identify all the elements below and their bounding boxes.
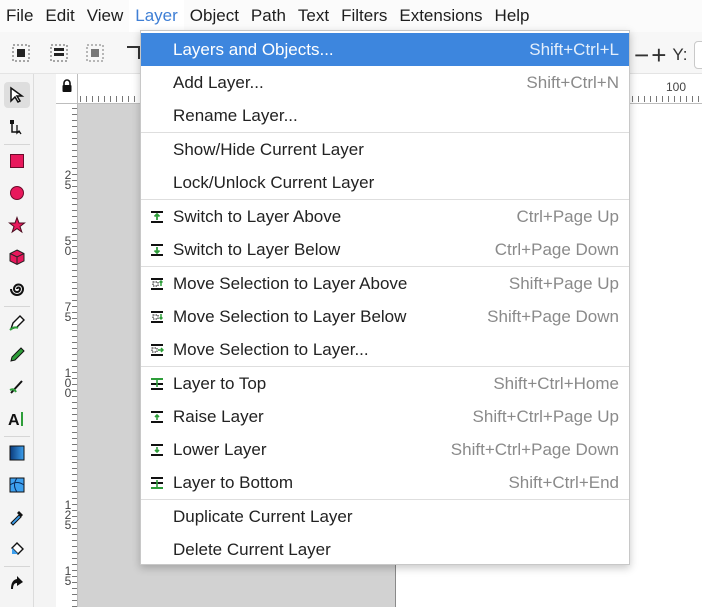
layer-top-icon xyxy=(149,376,165,392)
gradient-tool-icon[interactable] xyxy=(4,440,30,466)
selector-tool-icon[interactable] xyxy=(4,82,30,108)
select-all-icon[interactable] xyxy=(10,42,32,64)
vruler-label-75: 75 xyxy=(64,300,72,324)
mesh-tool-icon[interactable] xyxy=(4,472,30,498)
menu-view[interactable]: View xyxy=(81,0,130,32)
toolbox-gutter xyxy=(34,74,56,607)
vruler-label-150: 15 xyxy=(64,564,72,588)
menu-object[interactable]: Object xyxy=(184,0,245,32)
menu-item-duplicate-layer[interactable]: Duplicate Current Layer xyxy=(141,500,629,533)
ruler-label: 100 xyxy=(666,80,687,94)
toolbox: A xyxy=(0,74,34,607)
menu-item-move-selection-below[interactable]: Move Selection to Layer Below Shift+Page… xyxy=(141,300,629,333)
y-label: Y: xyxy=(672,45,688,64)
menu-item-layer-to-top[interactable]: Layer to Top Shift+Ctrl+Home xyxy=(141,367,629,400)
layer-lower-icon xyxy=(149,442,165,458)
paint-bucket-tool-icon[interactable] xyxy=(4,536,30,562)
menu-item-move-selection-above[interactable]: Move Selection to Layer Above Shift+Page… xyxy=(141,267,629,300)
menu-layer[interactable]: Layer xyxy=(129,0,184,32)
layer-raise-icon xyxy=(149,409,165,425)
vruler-label-125: 125 xyxy=(64,498,72,532)
menu-extensions[interactable]: Extensions xyxy=(393,0,488,32)
y-field[interactable] xyxy=(693,41,702,69)
menu-item-add-layer[interactable]: Add Layer... Shift+Ctrl+N xyxy=(141,66,629,99)
menu-item-layer-to-bottom[interactable]: Layer to Bottom Shift+Ctrl+End xyxy=(141,466,629,499)
layer-switch-down-icon xyxy=(149,242,165,258)
menu-item-lower-layer[interactable]: Lower Layer Shift+Ctrl+Page Down xyxy=(141,433,629,466)
menu-text[interactable]: Text xyxy=(292,0,335,32)
menu-item-lock-unlock-layer[interactable]: Lock/Unlock Current Layer xyxy=(141,166,629,199)
vruler-label-25: 25 xyxy=(64,168,72,192)
rectangle-tool-icon[interactable] xyxy=(4,148,30,174)
star-tool-icon[interactable] xyxy=(4,212,30,238)
layer-menu-dropdown: Layers and Objects... Shift+Ctrl+L Add L… xyxy=(140,30,630,565)
menubar: File Edit View Layer Object Path Text Fi… xyxy=(0,0,702,32)
menu-file[interactable]: File xyxy=(0,0,39,32)
selection-move-down-icon xyxy=(149,309,165,325)
ellipse-tool-icon[interactable] xyxy=(4,180,30,206)
text-tool-icon[interactable]: A xyxy=(4,406,30,432)
menu-item-raise-layer[interactable]: Raise Layer Shift+Ctrl+Page Up xyxy=(141,400,629,433)
menu-edit[interactable]: Edit xyxy=(39,0,80,32)
plus-button[interactable]: + xyxy=(651,42,666,68)
menu-item-show-hide-layer[interactable]: Show/Hide Current Layer xyxy=(141,133,629,166)
calligraphy-tool-icon[interactable] xyxy=(4,374,30,400)
spiral-tool-icon[interactable] xyxy=(4,276,30,302)
menu-filters[interactable]: Filters xyxy=(335,0,393,32)
selection-move-up-icon xyxy=(149,276,165,292)
menu-item-move-selection-to-layer[interactable]: Move Selection to Layer... xyxy=(141,333,629,366)
svg-text:A: A xyxy=(8,412,20,428)
pencil-tool-icon[interactable] xyxy=(4,342,30,368)
menu-item-switch-layer-above[interactable]: Switch to Layer Above Ctrl+Page Up xyxy=(141,200,629,233)
pen-tool-icon[interactable] xyxy=(4,310,30,336)
minus-button[interactable]: − xyxy=(634,42,649,68)
select-all-layers-icon[interactable] xyxy=(48,42,70,64)
menu-item-delete-layer[interactable]: Delete Current Layer xyxy=(141,533,629,566)
menu-item-switch-layer-below[interactable]: Switch to Layer Below Ctrl+Page Down xyxy=(141,233,629,266)
menu-help[interactable]: Help xyxy=(489,0,536,32)
layer-bottom-icon xyxy=(149,475,165,491)
vruler-label-100: 100 xyxy=(64,366,72,400)
menu-item-layers-and-objects[interactable]: Layers and Objects... Shift+Ctrl+L xyxy=(141,33,629,66)
dropper-tool-icon[interactable] xyxy=(4,504,30,530)
y-coordinate-group: − + Y: xyxy=(634,40,702,70)
menu-item-rename-layer[interactable]: Rename Layer... xyxy=(141,99,629,132)
3d-box-tool-icon[interactable] xyxy=(4,244,30,270)
tweak-tool-icon[interactable] xyxy=(4,570,30,596)
selection-move-to-icon xyxy=(149,342,165,358)
deselect-icon[interactable] xyxy=(84,42,106,64)
lock-guides-button[interactable] xyxy=(56,74,78,104)
node-tool-icon[interactable] xyxy=(4,114,30,140)
vruler-label-50: 50 xyxy=(64,234,72,258)
menu-path[interactable]: Path xyxy=(245,0,292,32)
layer-switch-up-icon xyxy=(149,209,165,225)
lock-icon xyxy=(61,79,73,98)
